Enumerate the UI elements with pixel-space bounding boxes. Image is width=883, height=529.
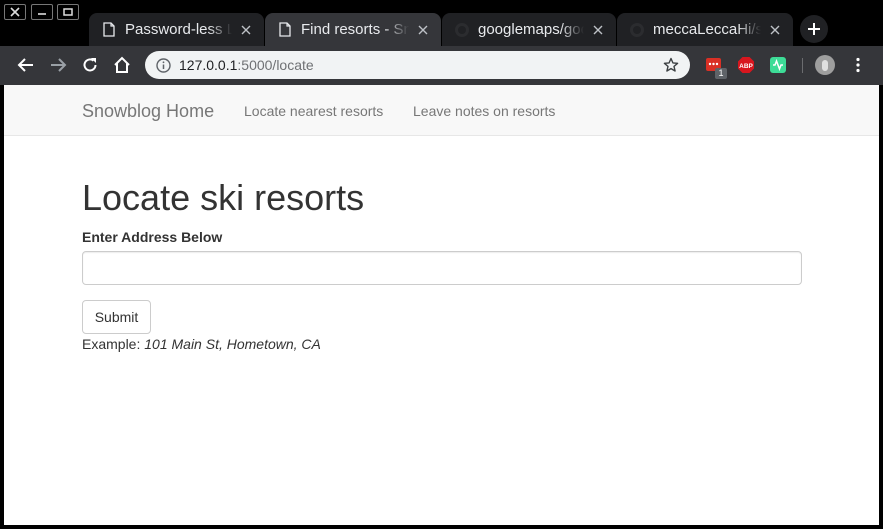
home-icon <box>114 56 130 73</box>
nav-link-locate[interactable]: Locate nearest resorts <box>244 103 383 119</box>
tab-password-less-login[interactable]: Password-less Login <box>89 13 264 46</box>
reload-button[interactable] <box>79 54 101 76</box>
window-close-button[interactable] <box>4 4 26 20</box>
window-border-right <box>879 85 883 529</box>
arrow-right-icon <box>51 58 67 72</box>
address-label: Enter Address Below <box>82 229 223 245</box>
github-icon <box>629 22 645 38</box>
info-icon[interactable] <box>155 57 171 73</box>
tab-close-icon[interactable] <box>415 22 431 38</box>
home-button[interactable] <box>111 54 133 76</box>
menu-kebab-icon[interactable] <box>849 56 867 74</box>
tab-title: meccaLeccaHi/snowblog <box>653 21 761 38</box>
document-icon <box>277 22 293 38</box>
page-viewport: Snowblog Home Locate nearest resorts Lea… <box>4 85 879 525</box>
minimize-icon <box>38 13 46 15</box>
url-host: 127.0.0.1 <box>179 57 238 73</box>
window-minimize-button[interactable] <box>31 4 53 20</box>
window-border-left <box>0 85 4 529</box>
back-button[interactable] <box>15 54 37 76</box>
maximize-icon <box>63 8 73 16</box>
url-text: 127.0.0.1:5000/locate <box>179 57 662 73</box>
arrow-left-icon <box>17 58 33 72</box>
adblock-plus-icon[interactable]: ABP <box>737 56 755 74</box>
tab-strip: Password-less Login Find resorts - Snowb… <box>0 0 883 46</box>
tab-title: Password-less Login <box>125 21 232 38</box>
window-maximize-button[interactable] <box>57 4 79 20</box>
forward-button[interactable] <box>47 54 69 76</box>
example-hint: Example: 101 Main St, Hometown, CA <box>82 336 321 352</box>
url-path: :5000/locate <box>237 57 314 73</box>
tab-snowblog-repo[interactable]: meccaLeccaHi/snowblog <box>617 13 793 46</box>
tab-googlemaps[interactable]: googlemaps/google-maps <box>442 13 616 46</box>
browser-window: Password-less Login Find resorts - Snowb… <box>0 0 883 529</box>
document-icon <box>101 22 117 38</box>
tab-find-resorts[interactable]: Find resorts - Snowblog <box>265 13 441 46</box>
github-icon <box>454 22 470 38</box>
example-address: 101 Main St, Hometown, CA <box>144 336 321 352</box>
extension-green-icon[interactable] <box>769 56 787 74</box>
extension-badge: 1 <box>715 68 727 79</box>
reload-icon <box>83 58 97 72</box>
tab-title: Find resorts - Snowblog <box>301 21 409 38</box>
window-border-bottom <box>0 525 883 529</box>
example-prefix: Example: <box>82 336 141 352</box>
svg-text:ABP: ABP <box>739 63 753 70</box>
brand-link[interactable]: Snowblog Home <box>82 101 214 122</box>
tab-close-icon[interactable] <box>590 22 606 38</box>
browser-toolbar: 127.0.0.1:5000/locate 1 ABP <box>0 46 883 85</box>
close-icon <box>10 7 20 17</box>
nav-link-notes[interactable]: Leave notes on resorts <box>413 103 555 119</box>
page-title: Locate ski resorts <box>82 177 365 218</box>
plus-icon <box>808 23 820 35</box>
tab-title: googlemaps/google-maps <box>478 21 584 38</box>
profile-avatar[interactable] <box>815 55 835 75</box>
new-tab-button[interactable] <box>800 15 828 43</box>
tab-close-icon[interactable] <box>767 22 783 38</box>
address-bar[interactable]: 127.0.0.1:5000/locate <box>145 51 690 79</box>
submit-button[interactable]: Submit <box>82 300 151 334</box>
address-input[interactable] <box>82 251 802 285</box>
site-navbar: Snowblog Home Locate nearest resorts Lea… <box>4 85 879 136</box>
toolbar-divider <box>802 58 803 73</box>
tab-close-icon[interactable] <box>238 22 254 38</box>
bookmark-star-icon[interactable] <box>662 56 680 74</box>
